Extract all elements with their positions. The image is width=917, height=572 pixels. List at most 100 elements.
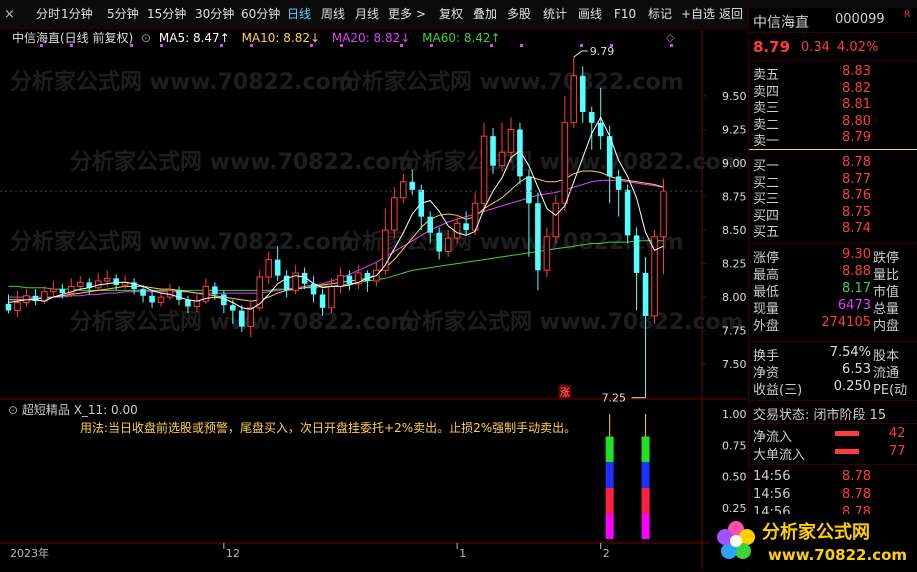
tab-12[interactable]: 多股 bbox=[507, 5, 531, 23]
tab-2[interactable]: 5分钟 bbox=[107, 5, 139, 23]
tick-time: 14:56 bbox=[753, 469, 791, 484]
signal-bar-segment bbox=[605, 487, 614, 514]
row-value: 8.78 bbox=[842, 155, 871, 170]
candle-body bbox=[346, 275, 353, 284]
candle-body bbox=[140, 289, 146, 296]
usage-note: 用法:当日收盘前选股或预警，尾盘买入，次日开盘挂委托+2%卖出。止损2%强制手动… bbox=[80, 421, 577, 435]
candle-body bbox=[579, 75, 586, 113]
ma-legend: 中信海直(日线 前复权) ⊙ MA5: 8.47↑ MA10: 8.82↓ MA… bbox=[12, 29, 501, 45]
candle-body bbox=[409, 181, 416, 190]
candle-body bbox=[490, 136, 496, 166]
ytick-label: 7.50 bbox=[722, 358, 747, 371]
row-label-2: 内盘 bbox=[873, 319, 900, 334]
candle-body bbox=[400, 181, 407, 199]
logo-title: 分析家公式网 bbox=[762, 521, 870, 543]
divider bbox=[749, 400, 917, 401]
price-change-pct: 4.02% bbox=[837, 40, 879, 55]
signal-bar-segment bbox=[605, 513, 614, 539]
sub-ytick-label: 1.00 bbox=[722, 408, 747, 421]
tick-price: 8.78 bbox=[842, 469, 871, 484]
low-label: 7.25 bbox=[602, 392, 627, 405]
tab-17[interactable]: +自选 bbox=[681, 5, 715, 23]
watermark-text: 分析家公式网 www.70822.com bbox=[400, 309, 744, 335]
tab-0[interactable]: 分时 bbox=[36, 5, 60, 23]
row-label-2: PE(动 bbox=[873, 383, 908, 398]
tab-3[interactable]: 15分钟 bbox=[147, 5, 186, 23]
tab-15[interactable]: F10 bbox=[614, 5, 636, 23]
divider bbox=[749, 32, 917, 33]
row-value: 9.30 bbox=[842, 247, 871, 262]
sub-ytick-label: 0.25 bbox=[722, 502, 747, 515]
tab-1[interactable]: 1分钟 bbox=[61, 5, 93, 23]
candle-body bbox=[113, 278, 119, 286]
tab-13[interactable]: 统计 bbox=[543, 5, 567, 23]
candle-body bbox=[50, 288, 57, 293]
close-icon[interactable]: × bbox=[4, 7, 15, 22]
watermark-text: 分析家公式网 www.70822.com bbox=[10, 229, 354, 255]
candle-body bbox=[103, 277, 111, 282]
candle-body bbox=[535, 203, 541, 271]
tab-16[interactable]: 标记 bbox=[648, 5, 672, 23]
tab-5[interactable]: 60分钟 bbox=[241, 5, 280, 23]
settings-icon[interactable]: ⊙ bbox=[141, 31, 151, 45]
diamond-icon: ◇ bbox=[666, 31, 675, 44]
subchart-collapse-icon[interactable]: ⊙ bbox=[8, 403, 18, 417]
trade-status: 交易状态: 闭市阶段 15 bbox=[753, 408, 887, 423]
row-value: 8.81 bbox=[842, 97, 871, 112]
tab-7[interactable]: 周线 bbox=[321, 5, 345, 23]
candle-body bbox=[427, 216, 433, 233]
candle-body bbox=[76, 281, 84, 287]
tab-4[interactable]: 30分钟 bbox=[195, 5, 234, 23]
candle-body bbox=[337, 275, 344, 287]
kline-chart[interactable]: 分析家公式网 www.70822.com分析家公式网 www.70822.com… bbox=[0, 29, 747, 569]
ma60-label: MA60: 8.42↑ bbox=[422, 31, 501, 45]
chart-area[interactable]: 分析家公式网 www.70822.com 分析家公式网 www.70822.com… bbox=[0, 29, 747, 569]
candle-body bbox=[265, 259, 272, 278]
tab-10[interactable]: 复权 bbox=[439, 5, 463, 23]
candle-body bbox=[157, 296, 165, 303]
tab-18[interactable]: 返回 bbox=[719, 5, 743, 23]
row-label: 卖一 bbox=[753, 134, 780, 149]
candle-body bbox=[23, 295, 30, 303]
signal-bar-segment bbox=[641, 462, 650, 488]
chart-title: 中信海直(日线 前复权) bbox=[12, 31, 134, 45]
xtick-label: 2023年 bbox=[10, 546, 49, 560]
candle-body bbox=[185, 299, 191, 307]
xtick-label: 12 bbox=[226, 547, 240, 560]
candle-body bbox=[436, 232, 442, 252]
subchart-title: 超短精品 X_11: 0.00 bbox=[21, 403, 138, 417]
ytick-label: 9.50 bbox=[722, 90, 747, 103]
watermark-text: 分析家公式网 www.70822.com bbox=[340, 229, 684, 255]
signal-bar-segment bbox=[641, 487, 650, 514]
divider bbox=[749, 243, 917, 244]
tab-8[interactable]: 月线 bbox=[355, 5, 379, 23]
watermark-text: 分析家公式网 www.70822.com bbox=[400, 149, 744, 175]
high-label: 9.79 bbox=[590, 45, 615, 58]
ytick-label: 7.75 bbox=[722, 325, 747, 338]
tab-14[interactable]: 画线 bbox=[578, 5, 602, 23]
row-value: 8.76 bbox=[842, 188, 871, 203]
tab-11[interactable]: 叠加 bbox=[473, 5, 497, 23]
quote-panel: 中信海直 000099 R 8.79 0.34 4.02% 卖五 8.83 卖四 8.… bbox=[748, 8, 917, 571]
tab-9[interactable]: 更多 > bbox=[388, 5, 426, 23]
candle-body bbox=[642, 272, 649, 316]
candle-body bbox=[239, 310, 245, 327]
row-value: 8.83 bbox=[842, 64, 871, 79]
top-marker bbox=[580, 44, 583, 47]
row-value: 6.53 bbox=[842, 362, 871, 377]
ytick-label: 8.75 bbox=[722, 191, 747, 204]
candle-body bbox=[59, 289, 66, 294]
divider bbox=[749, 423, 917, 424]
stock-code: 000099 bbox=[835, 12, 885, 27]
candle-body bbox=[391, 197, 398, 231]
divider bbox=[749, 341, 917, 342]
ma10-label: MA10: 8.82↓ bbox=[241, 31, 321, 45]
candle-body bbox=[597, 122, 604, 137]
candle-body bbox=[328, 285, 335, 309]
ytick-label: 9.25 bbox=[722, 123, 747, 136]
tab-6[interactable]: 日线 bbox=[287, 5, 311, 23]
flow-bar bbox=[835, 449, 859, 454]
tick-time: 14:56 bbox=[753, 487, 791, 502]
signal-bar-segment bbox=[605, 462, 614, 488]
row-label: 买五 bbox=[753, 225, 780, 240]
